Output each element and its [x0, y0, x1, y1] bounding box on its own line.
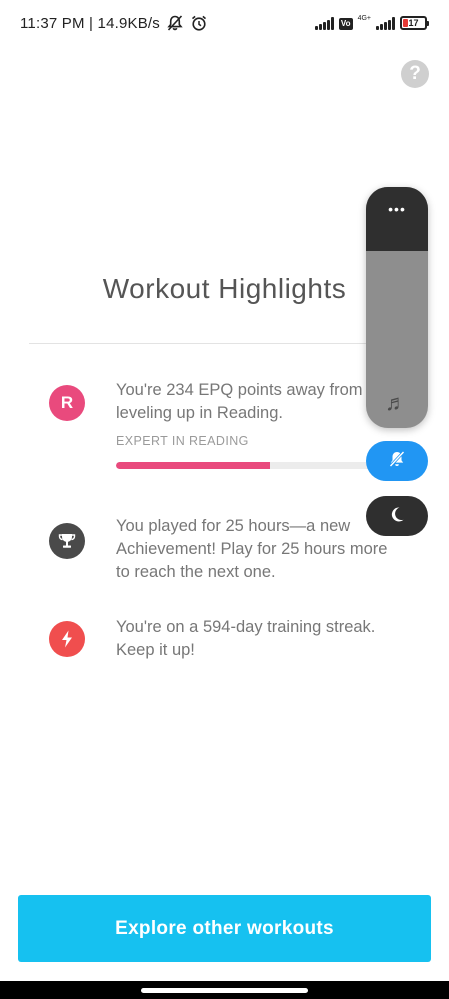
more-dots-icon: •••	[388, 201, 406, 217]
alarm-icon	[190, 14, 208, 37]
highlight-streak-text: You're on a 594-day training streak. Kee…	[116, 616, 416, 662]
volume-more-button[interactable]: •••	[366, 187, 428, 251]
battery-level: 17	[408, 18, 419, 28]
reading-progress-fill	[116, 462, 270, 469]
signal-strength-2-icon	[376, 17, 395, 30]
dnd-toggle-button[interactable]	[366, 496, 428, 536]
battery-icon: 17	[400, 16, 429, 30]
highlight-line: Keep it up!	[116, 641, 195, 659]
bell-off-icon	[387, 449, 407, 474]
status-time-speed: 11:37 PM | 14.9KB/s	[20, 15, 160, 32]
help-button[interactable]: ?	[401, 60, 429, 88]
music-note-icon: ♬	[385, 390, 407, 415]
home-indicator[interactable]	[141, 988, 308, 993]
reading-level-label: EXPERT IN READING	[116, 434, 249, 448]
status-bar: 11:37 PM | 14.9KB/s Vo 4G+ 17	[0, 0, 449, 50]
volte-badge: Vo	[338, 18, 353, 30]
ringer-toggle-button[interactable]	[366, 441, 428, 481]
highlight-line: You're on a 594-day training streak.	[116, 618, 376, 636]
highlight-line: to reach the next one.	[116, 563, 276, 581]
lightning-icon	[49, 621, 85, 657]
volume-slider[interactable]: ••• ♬	[366, 187, 428, 428]
signal-strength-icon	[314, 17, 334, 30]
reading-avatar-icon: R	[49, 385, 85, 421]
divider	[29, 343, 420, 344]
reading-progress-bar	[116, 462, 406, 469]
notifications-muted-icon	[166, 14, 184, 37]
trophy-icon	[49, 523, 85, 559]
explore-workouts-button[interactable]: Explore other workouts	[18, 895, 431, 962]
moon-icon	[387, 504, 407, 529]
highlight-line: Achievement! Play for 25 hours more	[116, 540, 388, 558]
network-type: 4G+	[357, 15, 371, 22]
